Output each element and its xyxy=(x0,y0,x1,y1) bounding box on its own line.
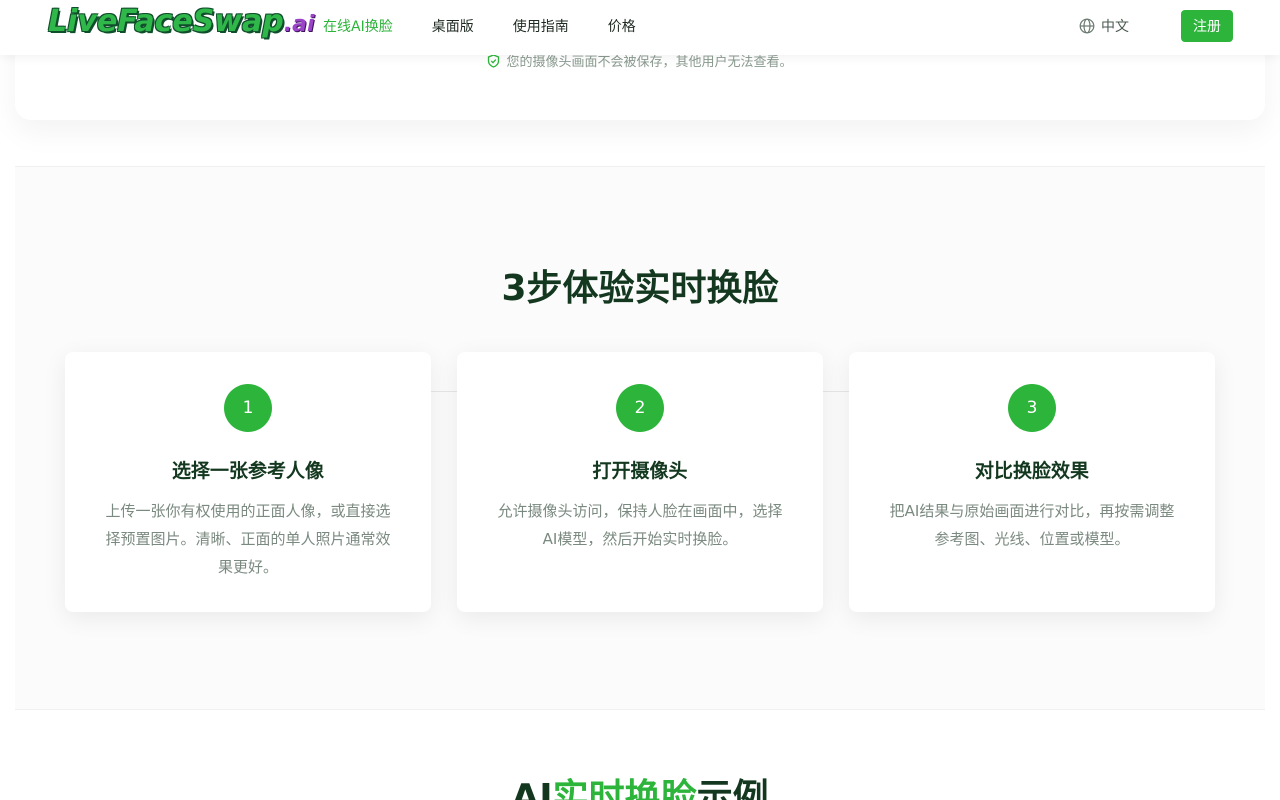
step-title: 对比换脸效果 xyxy=(974,460,1089,482)
step-title: 打开摄像头 xyxy=(592,460,688,482)
globe-icon xyxy=(1079,18,1095,34)
step-number-badge: 1 xyxy=(224,384,272,432)
top-navbar: LiveFaceSwap.ai 在线AI换脸 桌面版 使用指南 价格 中文 注册 xyxy=(0,0,1280,55)
step-number-badge: 2 xyxy=(616,384,664,432)
step-description: 允许摄像头访问，保持人脸在画面中，选择AI模型，然后开始实时换脸。 xyxy=(497,502,783,548)
step-card-1: 1 选择一张参考人像 上传一张你有权使用的正面人像，或直接选择预置图片。清晰、正… xyxy=(65,352,431,612)
step-title: 选择一张参考人像 xyxy=(171,460,324,482)
logo-suffix-text: .ai xyxy=(283,12,315,37)
examples-title-highlight: 实时换脸 xyxy=(552,777,697,800)
step-description: 把AI结果与原始画面进行对比，再按需调整参考图、光线、位置或模型。 xyxy=(889,502,1175,548)
step-number-badge: 3 xyxy=(1008,384,1056,432)
steps-title: 3步体验实时换脸 xyxy=(501,268,779,309)
step-connector xyxy=(823,391,849,392)
examples-title-prefix: AI xyxy=(511,777,553,800)
logo-main-text: LiveFaceSwap xyxy=(48,4,284,39)
step-card-2: 2 打开摄像头 允许摄像头访问，保持人脸在画面中，选择AI模型，然后开始实时换脸… xyxy=(457,352,823,612)
nav-guide[interactable]: 使用指南 xyxy=(513,16,569,36)
examples-title-suffix: 示例 xyxy=(696,777,769,800)
shield-check-icon xyxy=(487,54,500,72)
language-label: 中文 xyxy=(1101,19,1129,35)
site-logo[interactable]: LiveFaceSwap.ai xyxy=(48,4,315,39)
nav-pricing[interactable]: 价格 xyxy=(608,16,636,36)
language-selector[interactable]: 中文 xyxy=(1079,16,1129,36)
privacy-note-text: 您的摄像头画面不会被保存，其他用户无法查看。 xyxy=(506,55,793,70)
nav-desktop[interactable]: 桌面版 xyxy=(432,16,474,36)
step-card-3: 3 对比换脸效果 把AI结果与原始画面进行对比，再按需调整参考图、光线、位置或模… xyxy=(849,352,1215,612)
step-connector xyxy=(431,391,457,392)
nav-online-faceswap[interactable]: 在线AI换脸 xyxy=(323,16,393,36)
signup-button[interactable]: 注册 xyxy=(1181,10,1233,42)
examples-title: AI实时换脸示例 xyxy=(0,768,1280,800)
main-nav: 在线AI换脸 桌面版 使用指南 价格 xyxy=(323,0,675,52)
step-description: 上传一张你有权使用的正面人像，或直接选择预置图片。清晰、正面的单人照片通常效果更… xyxy=(105,502,391,576)
